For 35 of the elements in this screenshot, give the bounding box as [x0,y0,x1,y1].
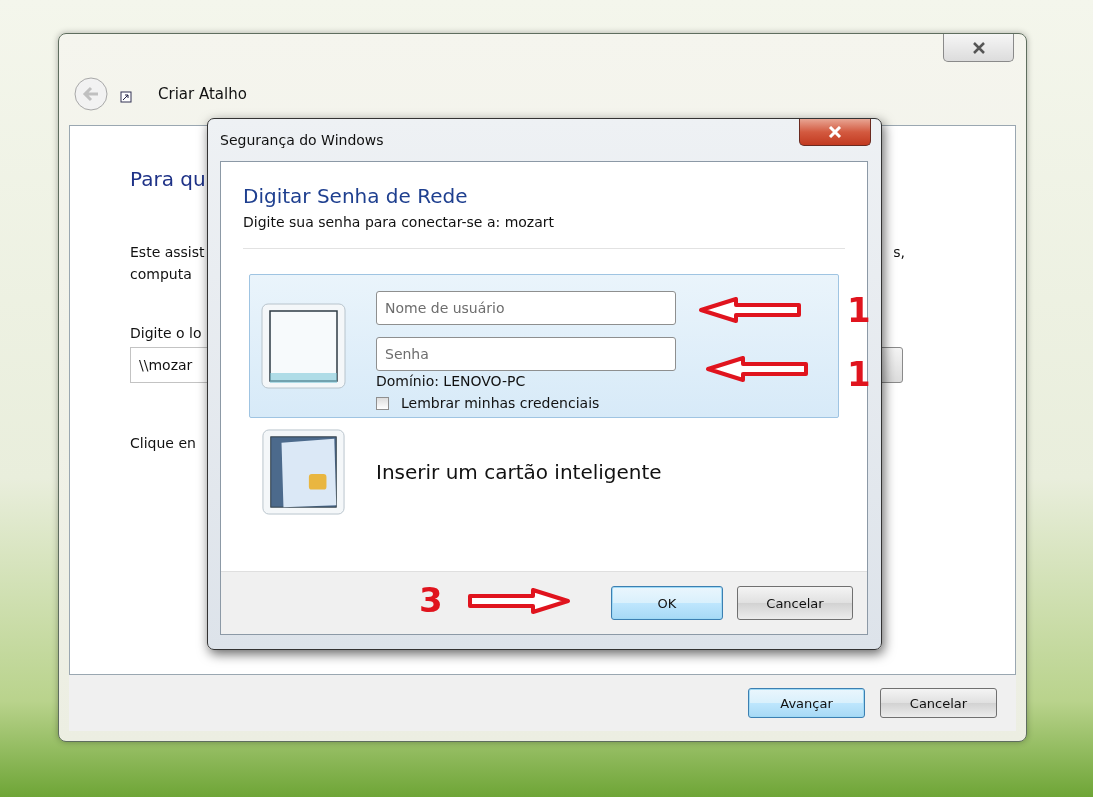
dialog-title: Segurança do Windows [220,132,384,148]
smart-card-icon [261,429,346,515]
wizard-heading: Para qu [130,167,207,191]
description-text: Este assist [130,243,205,262]
smart-card-label: Inserir um cartão inteligente [376,460,662,484]
description-text: computa [130,265,193,284]
dialog-heading: Digitar Senha de Rede [243,184,469,208]
cancel-button[interactable]: Cancelar [737,586,853,620]
arrow-icon [705,355,809,383]
credential-tile[interactable]: Nome de usuário Senha Domínio: LENOVO-PC Lembrar minhas credenciais [249,274,839,418]
arrow-icon [698,296,802,324]
password-field[interactable]: Senha [376,337,676,371]
shortcut-icon [120,90,132,103]
step-number: 1 [847,290,871,330]
step-number: 3 [419,580,443,620]
close-icon [828,126,842,138]
user-tile-icon [261,303,346,389]
location-label: Digite o lo [130,325,203,341]
domain-text: Domínio: LENOVO-PC [376,373,527,389]
default-button[interactable]: Avançar [748,688,865,718]
default-button[interactable]: OK [611,586,723,620]
window-title: Criar Atalho [158,84,247,103]
remember-label: Lembrar minhas credenciais [401,395,600,411]
instruction-text: Clique en [130,435,197,451]
cancel-button[interactable]: Cancelar [880,688,997,718]
dialog-subtitle: Digite sua senha para conectar-se a: mozart [243,214,556,230]
description-text: s, [893,243,905,262]
step-number: 1 [847,354,871,394]
remember-checkbox[interactable] [376,396,389,410]
username-field[interactable]: Nome de usuário [376,291,676,325]
close-button[interactable] [943,34,1014,62]
arrow-icon [467,587,571,615]
close-button[interactable] [799,119,871,146]
credential-tile[interactable]: Inserir um cartão inteligente [249,428,839,516]
close-icon [971,41,986,54]
